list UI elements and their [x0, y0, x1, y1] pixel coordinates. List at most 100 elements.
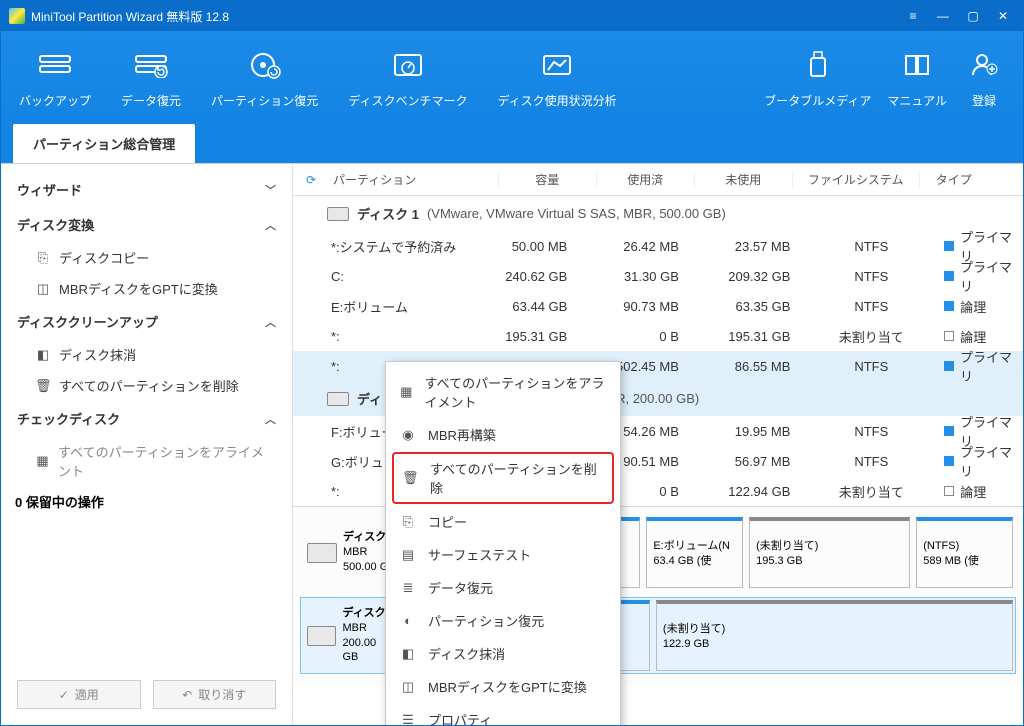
partition-row[interactable]: E:ボリューム63.44 GB90.73 MB63.35 GBNTFS論理: [293, 291, 1023, 321]
trash-icon: 🗑: [35, 378, 51, 394]
ctx-surface-test[interactable]: ▤サーフェステスト: [386, 538, 620, 571]
ctx-wipe-disk[interactable]: ◧ディスク抹消: [386, 637, 620, 670]
disk-2-info: R, 200.00 GB): [616, 391, 699, 406]
ctx-partition-recovery[interactable]: ◐パーティション復元: [386, 604, 620, 637]
col-type[interactable]: タイプ: [920, 171, 1023, 188]
eraser-icon: ◧: [400, 646, 416, 662]
check-icon: ✓: [59, 688, 69, 702]
main-toolbar: バックアップ データ復元 パーティション復元 ディスクベンチマーク ディスク使用…: [1, 31, 1023, 126]
disk-map-info-2: ディスクMBR200.00 GB: [303, 600, 398, 671]
partition-row[interactable]: C:240.62 GB31.30 GB209.32 GBNTFSプライマリ: [293, 261, 1023, 291]
convert-icon: ◫: [35, 281, 51, 297]
manual-button[interactable]: マニュアル: [879, 42, 955, 115]
maximize-button[interactable]: ▢: [961, 6, 985, 26]
register-button[interactable]: 登録: [955, 42, 1013, 115]
grid-icon: ▤: [400, 547, 416, 563]
benchmark-label: ディスクベンチマーク: [348, 92, 467, 109]
eraser-icon: ◧: [35, 347, 51, 363]
sidebar-item-mbr-to-gpt[interactable]: ◫MBRディスクをGPTに変換: [13, 273, 280, 304]
titlebar: MiniTool Partition Wizard 無料版 12.8 ≡ — ▢…: [1, 1, 1023, 31]
backup-label: バックアップ: [19, 92, 91, 109]
col-filesystem[interactable]: ファイルシステム: [793, 171, 920, 188]
chevron-up-icon: ︿: [265, 314, 276, 330]
book-icon: [900, 48, 934, 82]
disk-icon: [307, 543, 337, 563]
disk-map-partition[interactable]: (未割り当て)122.9 GB: [656, 600, 1013, 671]
chevron-up-icon: ︿: [265, 411, 276, 427]
undo-icon: ↶: [182, 688, 192, 702]
sidebar-item-wipe-disk[interactable]: ◧ディスク抹消: [13, 339, 280, 370]
ctx-rebuild-mbr[interactable]: ◉MBR再構築: [386, 418, 620, 451]
sidebar-section-cleanup[interactable]: ディスククリーンアップ ︿: [13, 304, 280, 339]
disk-1-info: (VMware, VMware Virtual S SAS, MBR, 500.…: [427, 206, 726, 221]
manual-label: マニュアル: [887, 92, 947, 109]
partition-row[interactable]: *:195.31 GB0 B195.31 GB未割り当て論理: [293, 321, 1023, 351]
partition-recovery-button[interactable]: パーティション復元: [203, 42, 326, 115]
ctx-align-all[interactable]: ▦すべてのパーティションをアライメント: [386, 366, 620, 418]
ctx-delete-all-partitions[interactable]: 🗑すべてのパーティションを削除: [392, 452, 614, 504]
sidebar-item-align-all[interactable]: ▦すべてのパーティションをアライメント: [13, 436, 280, 486]
data-recovery-button[interactable]: データ復元: [113, 42, 189, 115]
benchmark-button[interactable]: ディスクベンチマーク: [340, 42, 475, 115]
copy-icon: ⎘: [400, 514, 416, 530]
copy-icon: ⎘: [35, 250, 51, 266]
chevron-up-icon: ︿: [265, 217, 276, 233]
sidebar-item-disk-copy[interactable]: ⎘ディスクコピー: [13, 242, 280, 273]
benchmark-icon: [391, 48, 425, 82]
col-used[interactable]: 使用済: [597, 171, 695, 188]
sidebar-section-checkdisk[interactable]: チェックディスク ︿: [13, 401, 280, 436]
col-free[interactable]: 未使用: [695, 171, 793, 188]
tab-partition-management[interactable]: パーティション総合管理: [13, 124, 195, 163]
sidebar-item-delete-all[interactable]: 🗑すべてのパーティションを削除: [13, 370, 280, 401]
align-icon: ▦: [400, 384, 413, 400]
apply-button[interactable]: ✓適用: [17, 680, 141, 709]
sidebar-cleanup-label: ディスククリーンアップ: [17, 312, 158, 331]
partition-row[interactable]: *:システムで予約済み50.00 MB26.42 MB23.57 MBNTFSプ…: [293, 231, 1023, 261]
partition-recovery-icon: [248, 48, 282, 82]
context-menu: ▦すべてのパーティションをアライメント ◉MBR再構築 🗑すべてのパーティション…: [385, 361, 621, 725]
ctx-mbr-to-gpt[interactable]: ◫MBRディスクをGPTに変換: [386, 670, 620, 703]
disk-usage-icon: [540, 48, 574, 82]
undo-button[interactable]: ↶取り消す: [153, 680, 277, 709]
ctx-copy[interactable]: ⎘コピー: [386, 505, 620, 538]
refresh-button[interactable]: ⟳: [293, 173, 329, 187]
data-recovery-icon: [134, 48, 168, 82]
sidebar-section-wizard[interactable]: ウィザード﹀: [13, 172, 280, 207]
usb-icon: [801, 48, 835, 82]
ctx-properties[interactable]: ☰プロパティ: [386, 703, 620, 725]
bootable-media-label: ブータブルメディア: [764, 92, 871, 109]
pending-operations-label: 0 保留中の操作: [13, 486, 280, 517]
window-title: MiniTool Partition Wizard 無料版 12.8: [31, 8, 895, 25]
disk-usage-button[interactable]: ディスク使用状況分析: [489, 42, 624, 115]
minimize-button[interactable]: —: [931, 6, 955, 26]
partition-recovery-icon: ◐: [400, 613, 416, 628]
sidebar-wizard-label: ウィザード: [17, 180, 82, 199]
disk-icon: [327, 207, 349, 221]
rebuild-icon: ◉: [400, 427, 416, 443]
align-icon: ▦: [35, 453, 50, 469]
col-capacity[interactable]: 容量: [499, 171, 597, 188]
properties-icon: ☰: [400, 712, 416, 726]
ctx-data-recovery[interactable]: ≣データ復元: [386, 571, 620, 604]
app-logo-icon: [9, 8, 25, 24]
tab-bar: パーティション総合管理: [1, 125, 1023, 163]
backup-button[interactable]: バックアップ: [11, 42, 99, 115]
disk-2-name: ディ: [357, 389, 382, 408]
disk-map-partition[interactable]: E:ボリューム(N63.4 GB (使: [646, 517, 743, 588]
close-button[interactable]: ✕: [991, 6, 1015, 26]
sidebar-section-convert[interactable]: ディスク変換 ︿: [13, 207, 280, 242]
disk-icon: [307, 626, 336, 646]
backup-icon: [38, 48, 72, 82]
disk-map-partition[interactable]: (未割り当て)195.3 GB: [749, 517, 910, 588]
sidebar: ウィザード﹀ ディスク変換︿ ⎘ディスクコピー ◫MBRディスクをGPTに変換 …: [1, 164, 293, 725]
sidebar-check-label: チェックディスク: [17, 409, 120, 428]
recover-icon: ≣: [400, 580, 416, 596]
menu-icon[interactable]: ≡: [901, 6, 925, 26]
col-partition[interactable]: パーティション: [329, 171, 499, 188]
disk-1-name: ディスク 1: [357, 204, 419, 223]
convert-icon: ◫: [400, 679, 416, 695]
bootable-media-button[interactable]: ブータブルメディア: [756, 42, 879, 115]
disk-1-header[interactable]: ディスク 1 (VMware, VMware Virtual S SAS, MB…: [293, 196, 1023, 231]
sidebar-convert-label: ディスク変換: [17, 215, 94, 234]
disk-map-partition[interactable]: (NTFS)589 MB (使: [916, 517, 1013, 588]
